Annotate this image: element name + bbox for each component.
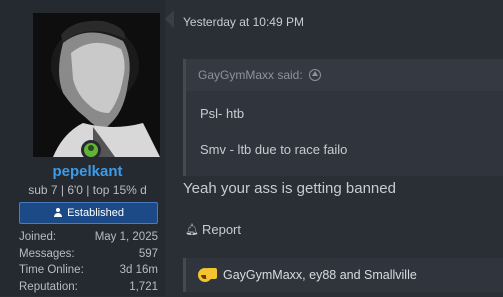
online-status-icon	[81, 140, 101, 160]
quote-author[interactable]: GayGymMaxx said:	[198, 68, 303, 82]
stat-label: Reputation:	[19, 281, 78, 297]
reactions-list[interactable]: GayGymMaxx, ey88 and Smallville	[223, 268, 417, 282]
report-button[interactable]: 🔔︎ Report	[185, 222, 241, 237]
stat-reputation: Reputation: 1,721	[19, 281, 158, 297]
stat-label: Joined:	[19, 231, 56, 248]
user-panel: pepelkant sub 7 | 6'0 | top 15% d Establ…	[0, 0, 165, 296]
user-title: sub 7 | 6'0 | top 15% d	[0, 183, 175, 197]
user-banner: Established	[19, 202, 158, 224]
avatar[interactable]	[33, 13, 160, 157]
user-stats: Joined: May 1, 2025 Messages: 597 Time O…	[19, 231, 158, 297]
stat-value: 597	[139, 248, 158, 265]
trophy-emoji-icon	[206, 268, 217, 279]
stat-messages: Messages: 597	[19, 248, 158, 265]
stat-value: May 1, 2025	[95, 231, 158, 248]
message-pointer	[165, 10, 174, 28]
stat-joined: Joined: May 1, 2025	[19, 231, 158, 248]
stat-value: 3d 16m	[120, 264, 158, 281]
user-banner-label: Established	[67, 207, 124, 219]
user-icon	[53, 208, 63, 218]
stat-value: 1,721	[129, 281, 158, 297]
report-label: Report	[202, 222, 241, 237]
username-link[interactable]: pepelkant	[0, 163, 175, 180]
stat-label: Messages:	[19, 248, 75, 265]
quote-line: Smv - ltb due to race failo	[200, 142, 347, 157]
post-body: Yeah your ass is getting banned	[183, 180, 396, 197]
bell-icon: 🔔︎	[185, 223, 199, 236]
quote-block: GayGymMaxx said: Psl- htb Smv - ltb due …	[183, 59, 503, 176]
quote-line: Psl- htb	[200, 106, 244, 121]
arrow-up-circle-icon[interactable]	[309, 69, 321, 81]
reactions-bar[interactable]: GayGymMaxx, ey88 and Smallville	[183, 258, 503, 292]
stat-label: Time Online:	[19, 264, 84, 281]
stat-time-online: Time Online: 3d 16m	[19, 264, 158, 281]
quote-header[interactable]: GayGymMaxx said:	[186, 59, 503, 91]
reaction-icons	[198, 268, 217, 282]
post-timestamp[interactable]: Yesterday at 10:49 PM	[183, 15, 304, 29]
